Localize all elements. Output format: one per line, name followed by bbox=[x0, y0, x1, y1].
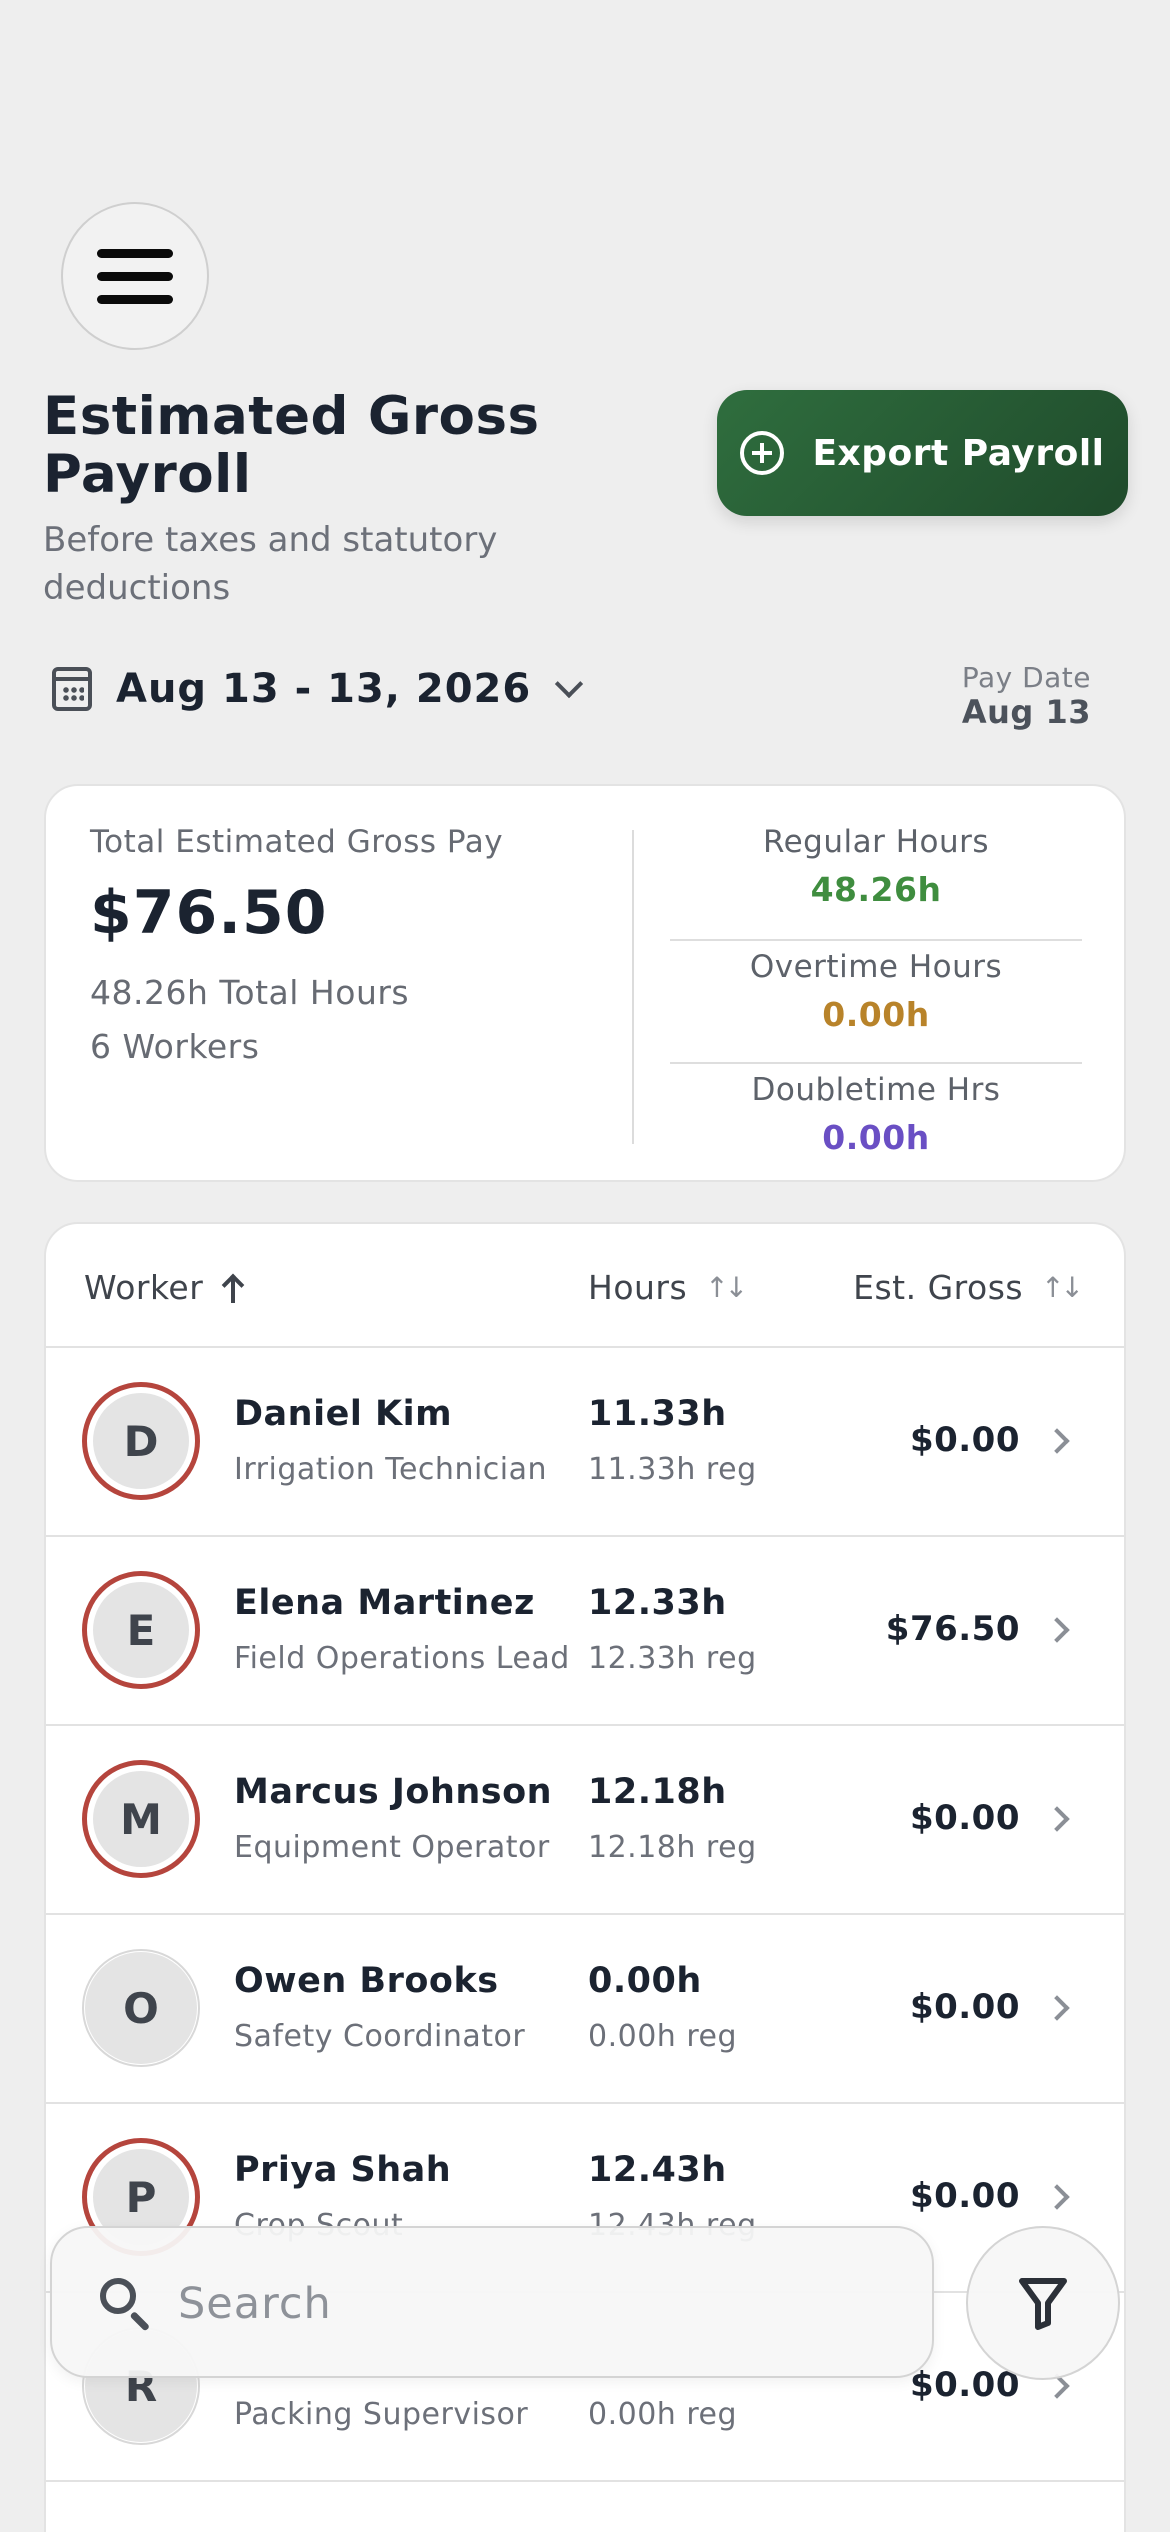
doubletime-hours-stat: Doubletime Hrs 0.00h bbox=[670, 1062, 1082, 1185]
worker-regular-hours: 0.00h reg bbox=[588, 2019, 738, 2054]
divider bbox=[632, 830, 634, 1144]
worker-regular-hours: 0.00h reg bbox=[588, 2397, 738, 2432]
avatar: D bbox=[82, 1382, 200, 1500]
menu-icon bbox=[97, 248, 173, 258]
column-header-gross[interactable]: Est. Gross ↑↓ bbox=[853, 1268, 1084, 1307]
total-gross-amount: $76.50 bbox=[90, 878, 328, 948]
avatar: M bbox=[82, 1760, 200, 1878]
column-header-hours[interactable]: Hours ↑↓ bbox=[588, 1268, 748, 1307]
search-input[interactable] bbox=[178, 2268, 878, 2340]
sort-icon: ↑↓ bbox=[1041, 1271, 1084, 1304]
total-gross-label: Total Estimated Gross Pay bbox=[90, 824, 504, 860]
worker-regular-hours: 12.18h reg bbox=[588, 1830, 757, 1865]
hours-column-label: Hours bbox=[588, 1268, 688, 1307]
regular-hours-label: Regular Hours bbox=[762, 824, 990, 860]
worker-name: Marcus Johnson bbox=[234, 1772, 553, 1812]
worker-gross: $76.50 bbox=[885, 1609, 1020, 1649]
chevron-right-icon bbox=[1044, 1428, 1070, 1454]
sort-icon: ↑↓ bbox=[705, 1271, 748, 1304]
avatar-initial: O bbox=[85, 1952, 197, 2064]
search-bar[interactable] bbox=[50, 2226, 934, 2378]
table-row[interactable]: O Owen Brooks Safety Coordinator 0.00h 0… bbox=[46, 1915, 1124, 2104]
column-header-worker[interactable]: Worker bbox=[84, 1268, 245, 1307]
arrow-up-icon bbox=[221, 1273, 245, 1303]
export-payroll-button[interactable]: Export Payroll bbox=[717, 390, 1128, 516]
pay-date-label: Pay Date bbox=[961, 661, 1091, 694]
worker-count: 6 Workers bbox=[90, 1027, 260, 1066]
table-header: Worker Hours ↑↓ Est. Gross ↑↓ bbox=[46, 1224, 1124, 1348]
avatar: O bbox=[82, 1949, 200, 2067]
table-row[interactable]: E Elena Martinez Field Operations Lead 1… bbox=[46, 1537, 1124, 1726]
regular-hours-value: 48.26h bbox=[810, 870, 942, 909]
filter-button[interactable] bbox=[966, 2226, 1120, 2380]
avatar-initial: M bbox=[93, 1771, 189, 1867]
date-range-selector[interactable]: Aug 13 - 13, 2026 bbox=[52, 666, 584, 712]
gross-column-label: Est. Gross bbox=[853, 1268, 1024, 1307]
overtime-hours-stat: Overtime Hours 0.00h bbox=[670, 939, 1082, 1062]
total-hours: 48.26h Total Hours bbox=[90, 973, 410, 1012]
doubletime-hours-value: 0.00h bbox=[822, 1118, 930, 1157]
worker-role: Packing Supervisor bbox=[234, 2397, 529, 2432]
search-icon bbox=[98, 2276, 154, 2332]
overtime-hours-value: 0.00h bbox=[822, 995, 930, 1034]
chevron-right-icon bbox=[1044, 1806, 1070, 1832]
worker-gross: $0.00 bbox=[909, 1420, 1020, 1460]
pay-date-value: Aug 13 bbox=[961, 693, 1091, 731]
summary-card: Total Estimated Gross Pay $76.50 48.26h … bbox=[44, 784, 1126, 1182]
date-range-label: Aug 13 - 13, 2026 bbox=[116, 666, 532, 712]
filter-icon bbox=[1019, 2278, 1067, 2330]
doubletime-hours-label: Doubletime Hrs bbox=[751, 1072, 1001, 1108]
worker-gross: $0.00 bbox=[909, 2176, 1020, 2216]
pay-date: Pay Date Aug 13 bbox=[961, 661, 1091, 731]
chevron-right-icon bbox=[1044, 1995, 1070, 2021]
worker-regular-hours: 11.33h reg bbox=[588, 1452, 757, 1487]
worker-hours: 0.00h bbox=[588, 1961, 702, 2001]
page-subtitle: Before taxes and statutory deductions bbox=[43, 520, 498, 608]
worker-role: Irrigation Technician bbox=[234, 1452, 548, 1487]
worker-name: Owen Brooks bbox=[234, 1961, 499, 2001]
worker-gross: $0.00 bbox=[909, 1798, 1020, 1838]
regular-hours-stat: Regular Hours 48.26h bbox=[670, 816, 1082, 939]
overtime-hours-label: Overtime Hours bbox=[749, 949, 1003, 985]
worker-column-label: Worker bbox=[84, 1268, 204, 1307]
worker-name: Daniel Kim bbox=[234, 1394, 453, 1434]
plus-circle-icon bbox=[740, 431, 785, 475]
menu-button[interactable] bbox=[61, 202, 209, 350]
worker-hours: 12.18h bbox=[588, 1772, 727, 1812]
avatar-initial: D bbox=[93, 1393, 189, 1489]
worker-regular-hours: 12.33h reg bbox=[588, 1641, 757, 1676]
chevron-right-icon bbox=[1044, 2184, 1070, 2210]
worker-role: Field Operations Lead bbox=[234, 1641, 570, 1676]
worker-role: Safety Coordinator bbox=[234, 2019, 526, 2054]
chevron-down-icon bbox=[555, 669, 584, 699]
table-row[interactable]: M Marcus Johnson Equipment Operator 12.1… bbox=[46, 1726, 1124, 1915]
page-title: Estimated Gross Payroll bbox=[43, 386, 540, 505]
avatar: E bbox=[82, 1571, 200, 1689]
worker-role: Equipment Operator bbox=[234, 1830, 550, 1865]
table-row[interactable]: D Daniel Kim Irrigation Technician 11.33… bbox=[46, 1348, 1124, 1537]
export-payroll-label: Export Payroll bbox=[812, 432, 1105, 474]
worker-gross: $0.00 bbox=[909, 1987, 1020, 2027]
worker-hours: 11.33h bbox=[588, 1394, 727, 1434]
worker-hours: 12.43h bbox=[588, 2150, 727, 2190]
chevron-right-icon bbox=[1044, 1617, 1070, 1643]
worker-gross: $0.00 bbox=[909, 2365, 1020, 2405]
avatar-initial: E bbox=[93, 1582, 189, 1678]
worker-hours: 12.33h bbox=[588, 1583, 727, 1623]
worker-name: Priya Shah bbox=[234, 2150, 452, 2190]
calendar-icon bbox=[52, 667, 92, 711]
worker-name: Elena Martinez bbox=[234, 1583, 535, 1623]
